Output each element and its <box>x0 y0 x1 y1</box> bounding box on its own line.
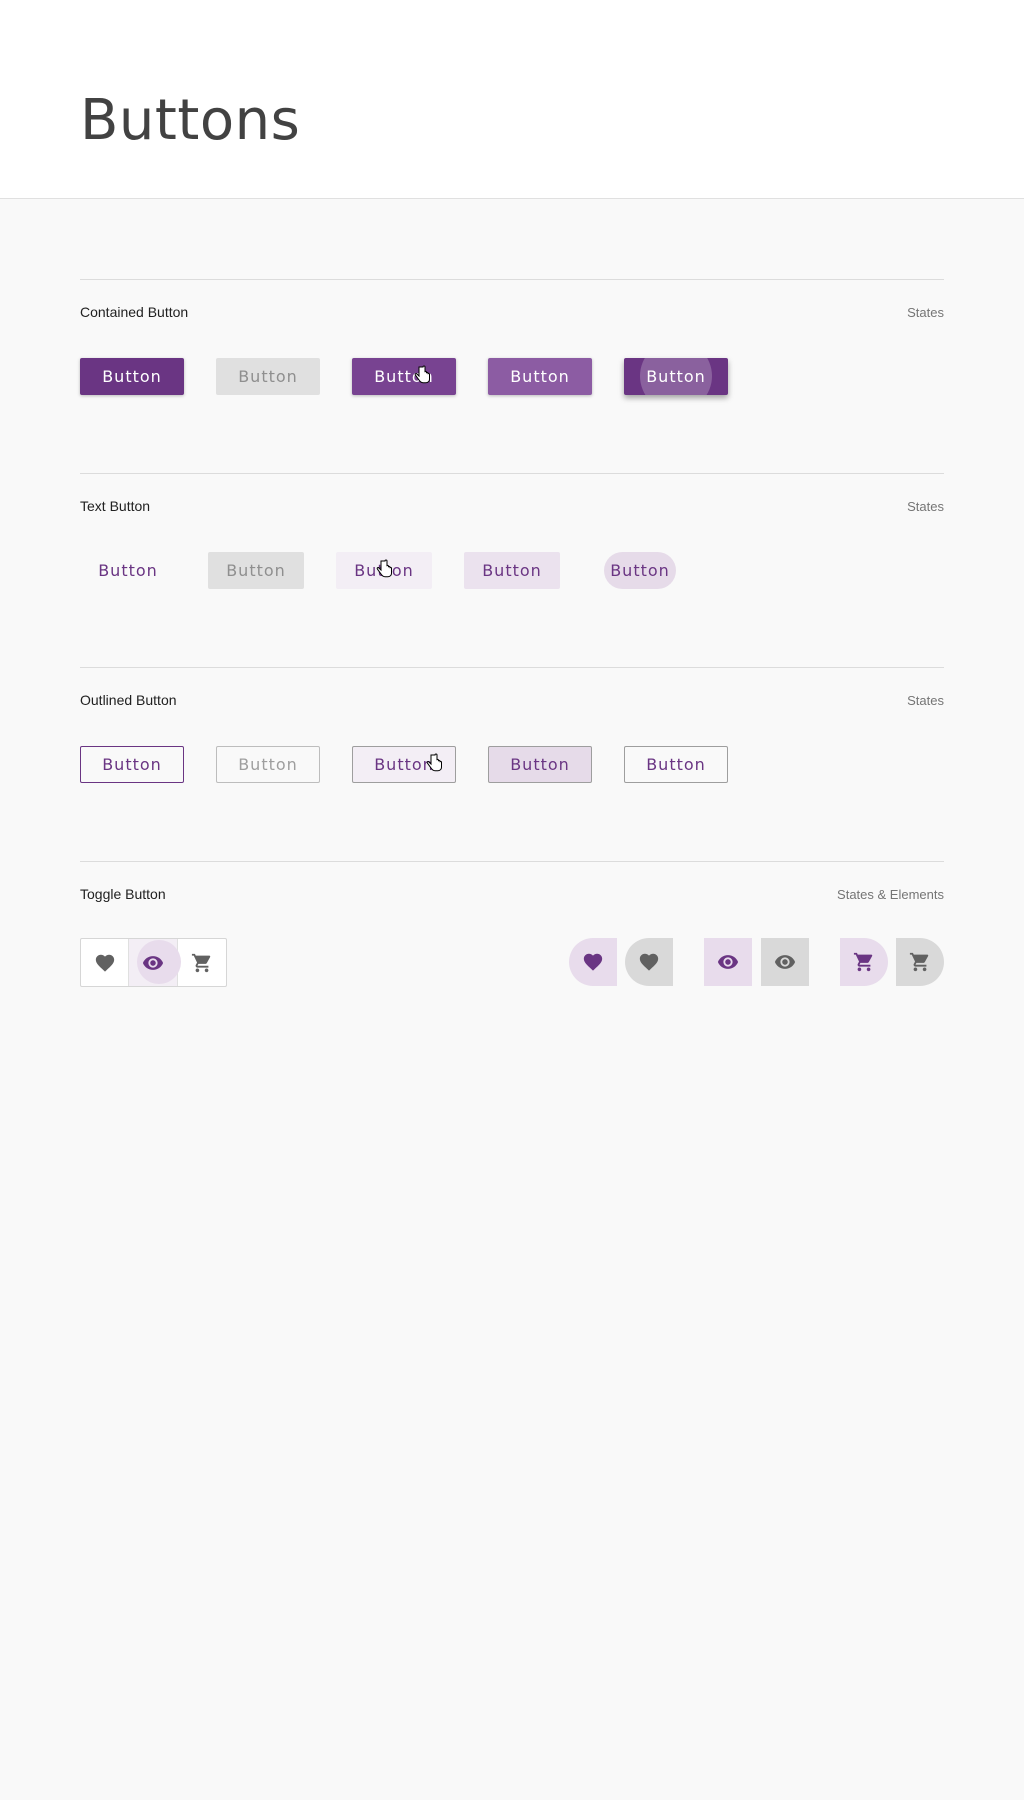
button-label: Button <box>510 755 570 774</box>
toggle-heart-selected[interactable] <box>569 938 617 986</box>
outlined-button-pressed[interactable]: Button <box>624 746 728 783</box>
outlined-button-disabled: Button <box>216 746 320 783</box>
section-title: Text Button <box>80 498 151 514</box>
button-label: Button <box>102 367 162 386</box>
contained-button-hover[interactable]: Button <box>352 358 456 395</box>
heart-icon <box>583 953 603 971</box>
contained-button-enabled[interactable]: Button <box>80 358 184 395</box>
text-button-disabled: Button <box>208 552 304 589</box>
cart-icon <box>191 953 211 972</box>
text-button-focused[interactable]: Button <box>464 552 560 589</box>
hand-cursor-icon <box>376 559 392 578</box>
toggle-eye[interactable] <box>129 939 182 986</box>
section-divider <box>80 473 944 474</box>
button-label: Button <box>238 755 298 774</box>
toggle-heart[interactable] <box>81 939 130 986</box>
button-label: Button <box>102 755 162 774</box>
button-label: Button <box>610 561 670 580</box>
toggle-cart-selected[interactable] <box>840 938 888 986</box>
heart-icon <box>95 954 114 972</box>
button-label: Button <box>510 367 570 386</box>
toggle-eye-selected[interactable] <box>704 938 752 986</box>
section-title: Contained Button <box>80 304 189 320</box>
section-title: Outlined Button <box>80 692 177 708</box>
contained-button-pressed[interactable]: Button <box>624 358 728 395</box>
button-label: Button <box>238 367 298 386</box>
button-label: Button <box>646 755 706 774</box>
eye-icon <box>142 955 164 970</box>
page-header: Buttons <box>0 0 1024 199</box>
text-button-pressed[interactable]: Button <box>604 552 676 589</box>
button-label: Button <box>374 755 434 774</box>
outlined-button-enabled[interactable]: Button <box>80 746 184 783</box>
heart-icon <box>639 953 659 971</box>
toggle-eye-unselected[interactable] <box>761 938 809 986</box>
text-button-section: Text Button States Button Button Button … <box>80 473 944 667</box>
cart-icon <box>853 952 873 972</box>
toggle-cart-unselected[interactable] <box>896 938 944 986</box>
button-label: Button <box>646 367 706 386</box>
toggle-heart-unselected[interactable] <box>625 938 673 986</box>
section-meta: States <box>907 305 944 320</box>
outlined-button-section: Outlined Button States Button Button But… <box>80 667 944 861</box>
section-meta: States <box>907 693 944 708</box>
section-meta: States <box>907 499 944 514</box>
section-meta: States & Elements <box>837 887 944 902</box>
toggle-button-section: Toggle Button States & Elements <box>80 861 944 1055</box>
cart-icon <box>909 952 929 972</box>
section-divider <box>80 667 944 668</box>
section-divider <box>80 861 944 862</box>
contained-button-focused[interactable]: Button <box>488 358 592 395</box>
page-title: Buttons <box>80 88 301 153</box>
button-label: Button <box>98 561 158 580</box>
section-title: Toggle Button <box>80 886 166 902</box>
button-label: Button <box>482 561 542 580</box>
toggle-cart[interactable] <box>178 939 226 986</box>
eye-icon <box>774 955 796 969</box>
text-button-enabled[interactable]: Button <box>80 552 176 589</box>
hand-cursor-icon <box>426 753 442 772</box>
hand-cursor-icon <box>414 365 430 384</box>
eye-icon <box>717 955 739 969</box>
section-divider <box>80 279 944 280</box>
contained-button-section: Contained Button States Button Button Bu… <box>80 279 944 473</box>
button-label: Button <box>226 561 286 580</box>
contained-button-disabled: Button <box>216 358 320 395</box>
toggle-button-group <box>80 938 227 987</box>
outlined-button-focused[interactable]: Button <box>488 746 592 783</box>
